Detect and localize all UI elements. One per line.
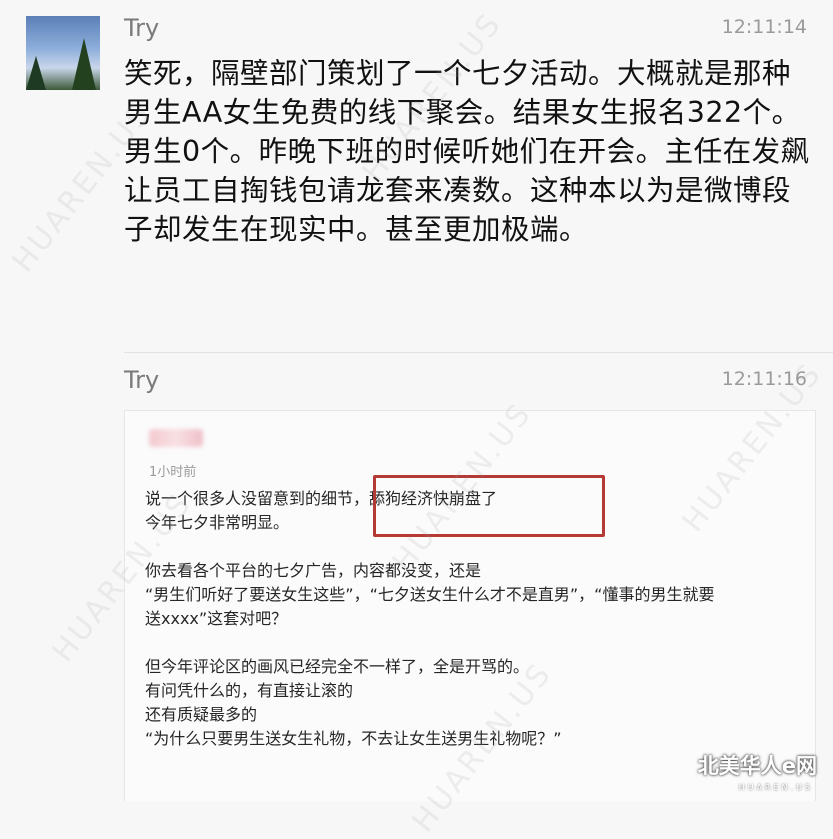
- post-line: “男生们听好了要送女生这些”，“七夕送女生什么才不是直男”，“懂事的男生就要: [145, 585, 715, 604]
- screenshot-image[interactable]: 1小时前 说一个很多人没留意到的细节，舔狗经济快崩盘了 今年七夕非常明显。 你去…: [124, 410, 816, 801]
- post-line: 送xxxx”这套对吧？: [145, 609, 288, 628]
- post-line: “为什么只要男生送女生礼物，不去让女生送男生礼物呢？”: [145, 729, 562, 748]
- blurred-username: [149, 429, 203, 447]
- message-divider: [124, 352, 833, 353]
- post-line: 但今年评论区的画风已经完全不一样了，全是开骂的。: [145, 657, 530, 676]
- post-time: 1小时前: [149, 465, 197, 480]
- brand-logo: 北美华人e网: [697, 754, 817, 778]
- highlight-box: [373, 475, 605, 537]
- post-line: 你去看各个平台的七夕广告，内容都没变，还是: [145, 561, 482, 580]
- sender-name[interactable]: Try: [124, 14, 159, 42]
- post-line: 有问凭什么的，有直接让滚的: [145, 681, 354, 700]
- sender-avatar[interactable]: [26, 16, 100, 90]
- avatar-tree: [26, 56, 46, 90]
- post-line: 还有质疑最多的: [145, 705, 258, 724]
- post-text: 说一个很多人没留意到的细节，: [145, 489, 370, 508]
- brand-subtitle: HUAREN.US: [738, 783, 813, 792]
- avatar-tree: [72, 38, 96, 90]
- sender-name[interactable]: Try: [124, 366, 159, 394]
- message-time: 12:11:16: [721, 368, 807, 390]
- message-text: 笑死，隔壁部门策划了一个七夕活动。大概就是那种男生AA女生免费的线下聚会。结果女…: [124, 57, 810, 246]
- message-time: 12:11:14: [721, 16, 807, 38]
